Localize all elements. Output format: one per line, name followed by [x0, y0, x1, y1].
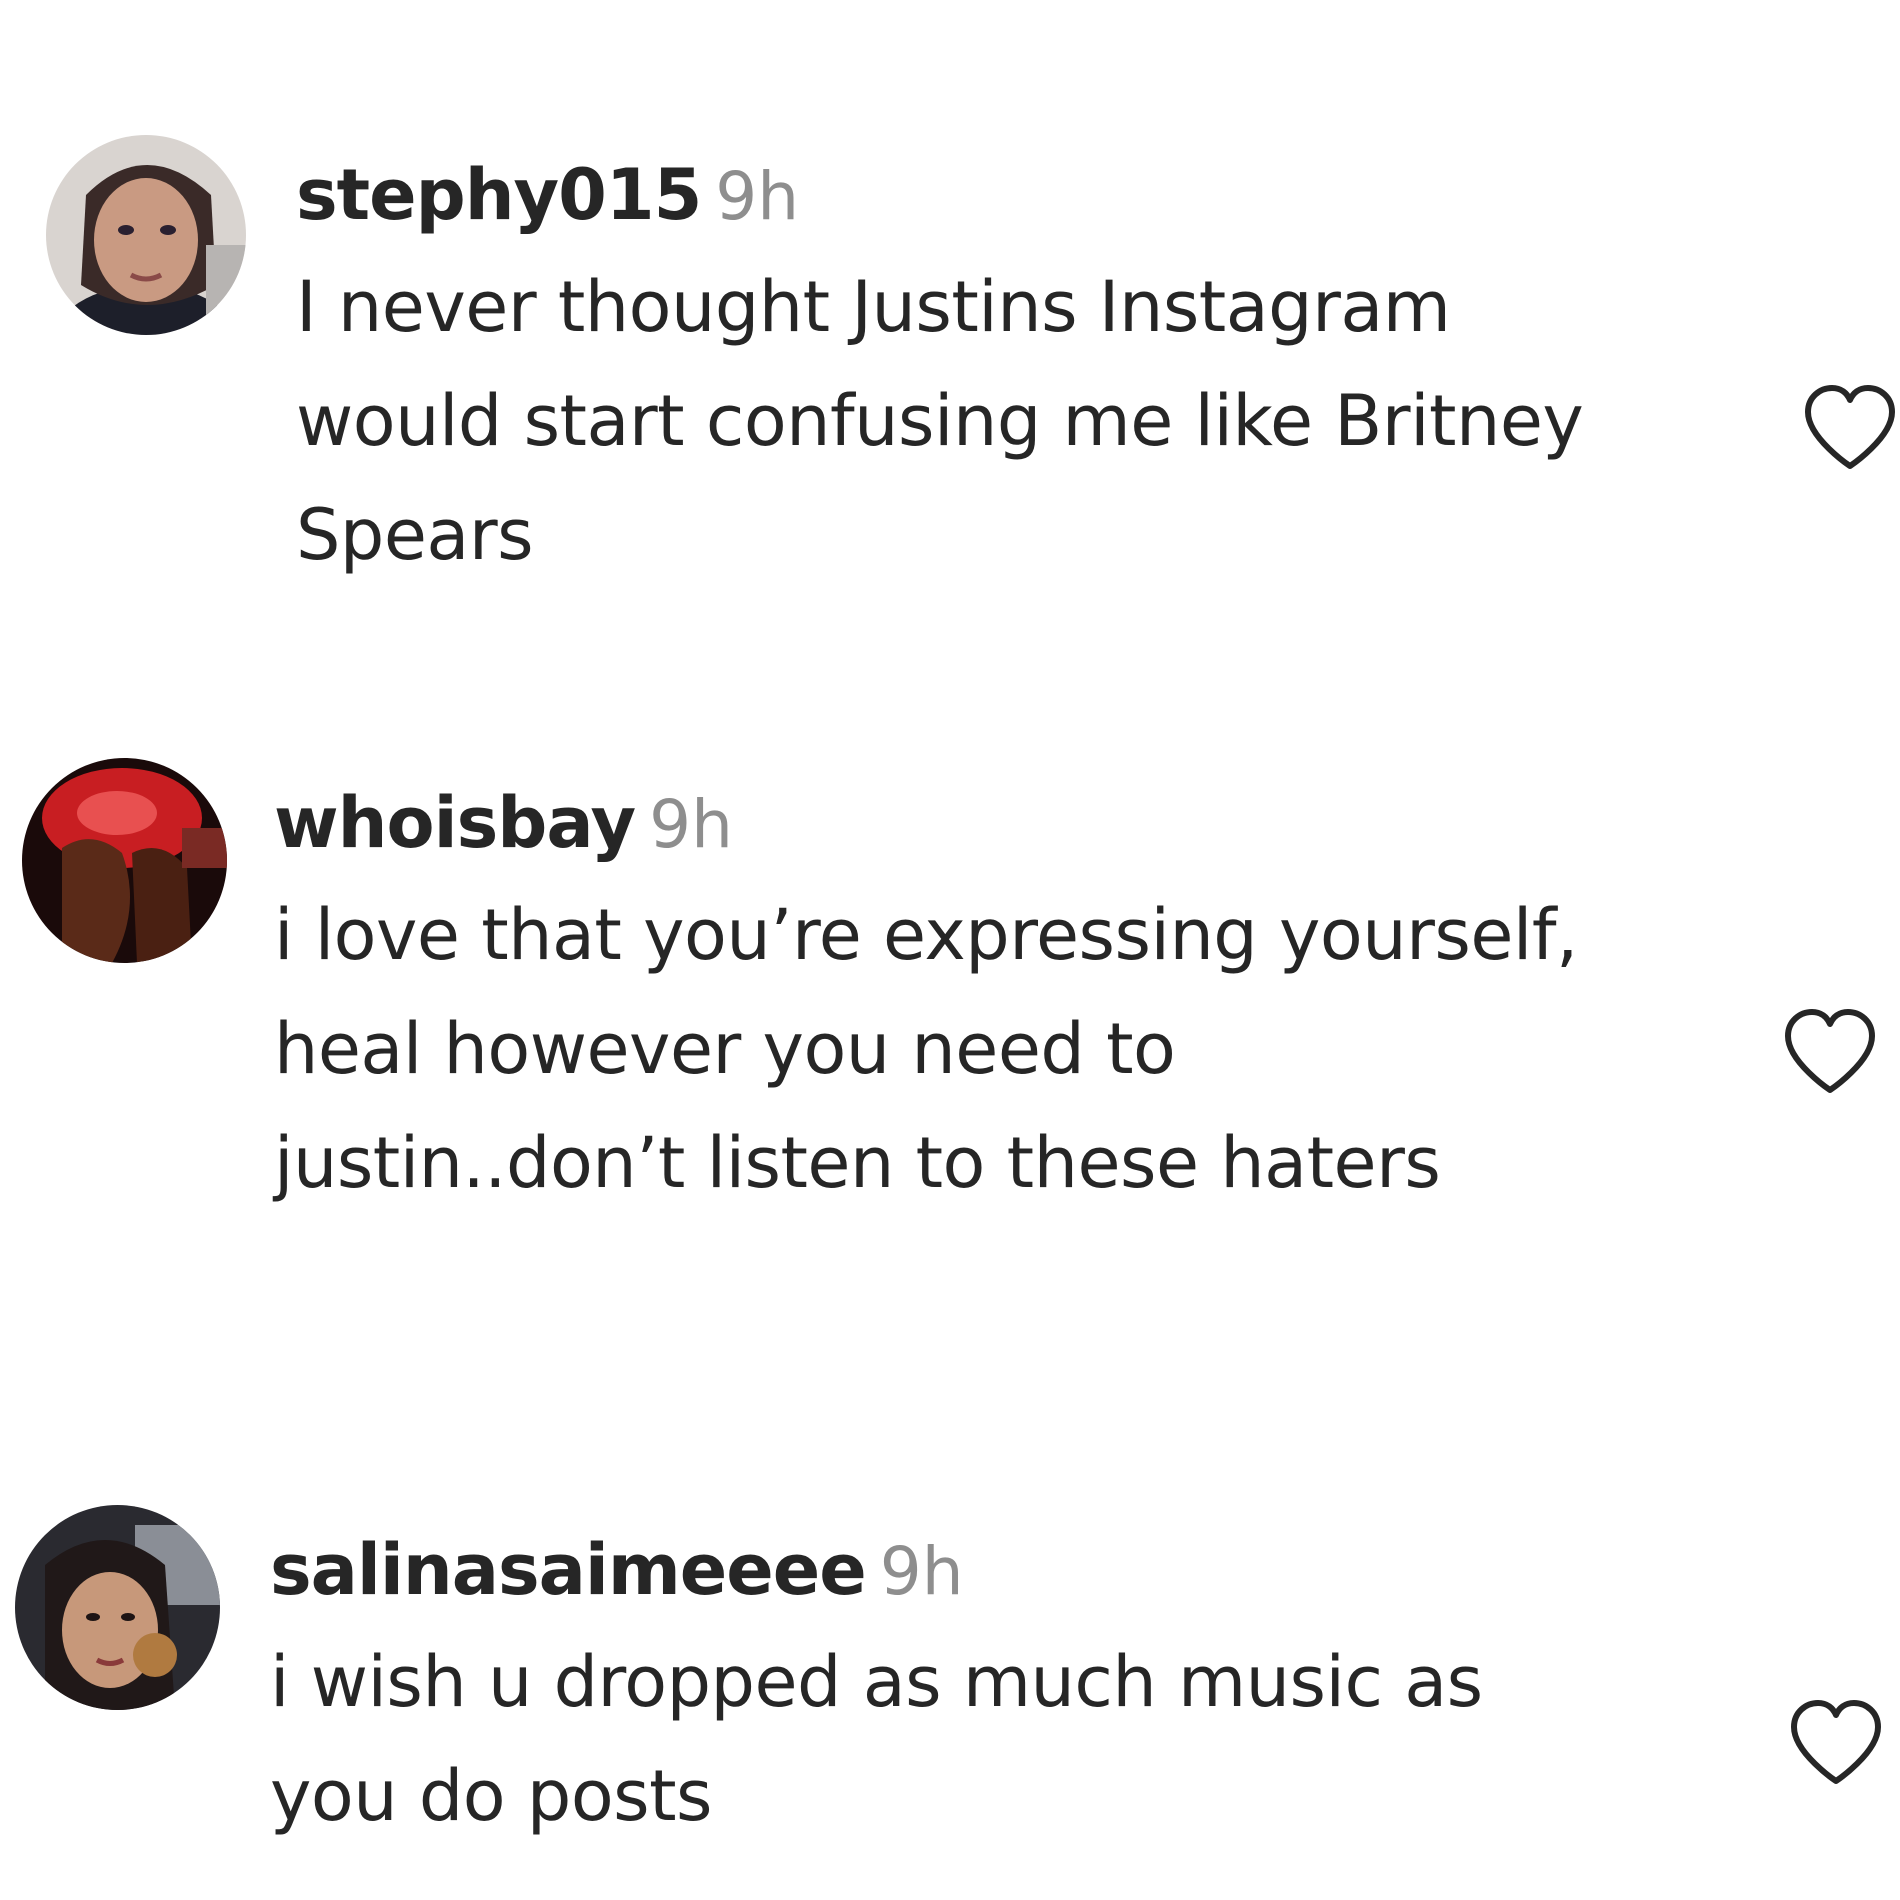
comment-text: i love that you’re expressing yourself, … [274, 894, 1578, 1204]
user-avatar-photo-icon [22, 758, 227, 963]
username-link[interactable]: whoisbay [274, 782, 636, 864]
username-link[interactable]: stephy015 [296, 154, 702, 236]
timestamp[interactable]: 9h [880, 1533, 964, 1610]
heart-outline-icon [1785, 1009, 1875, 1093]
timestamp[interactable]: 9h [715, 158, 799, 235]
like-button[interactable] [1780, 1006, 1880, 1098]
comment-text: I never thought Justins Instagram would … [296, 266, 1584, 576]
like-button[interactable] [1786, 1697, 1886, 1789]
username-link[interactable]: salinasaimeeee [270, 1529, 867, 1611]
comment-header: whoisbay 9h [274, 788, 733, 858]
comment-text: i wish u dropped as much music as you do… [270, 1641, 1483, 1837]
avatar[interactable] [46, 135, 246, 335]
comment-header: stephy015 9h [296, 160, 799, 230]
like-button[interactable] [1800, 382, 1900, 474]
avatar[interactable] [15, 1505, 220, 1710]
user-avatar-photo-icon [15, 1505, 220, 1710]
user-avatar-photo-icon [46, 135, 246, 335]
comment-item: stephy015 9h I never thought Justins Inst… [0, 0, 1900, 620]
avatar[interactable] [22, 758, 227, 963]
timestamp[interactable]: 9h [649, 786, 733, 863]
heart-outline-icon [1805, 385, 1895, 469]
heart-outline-icon [1791, 1700, 1881, 1784]
comment-header: salinasaimeeee 9h [270, 1535, 964, 1605]
